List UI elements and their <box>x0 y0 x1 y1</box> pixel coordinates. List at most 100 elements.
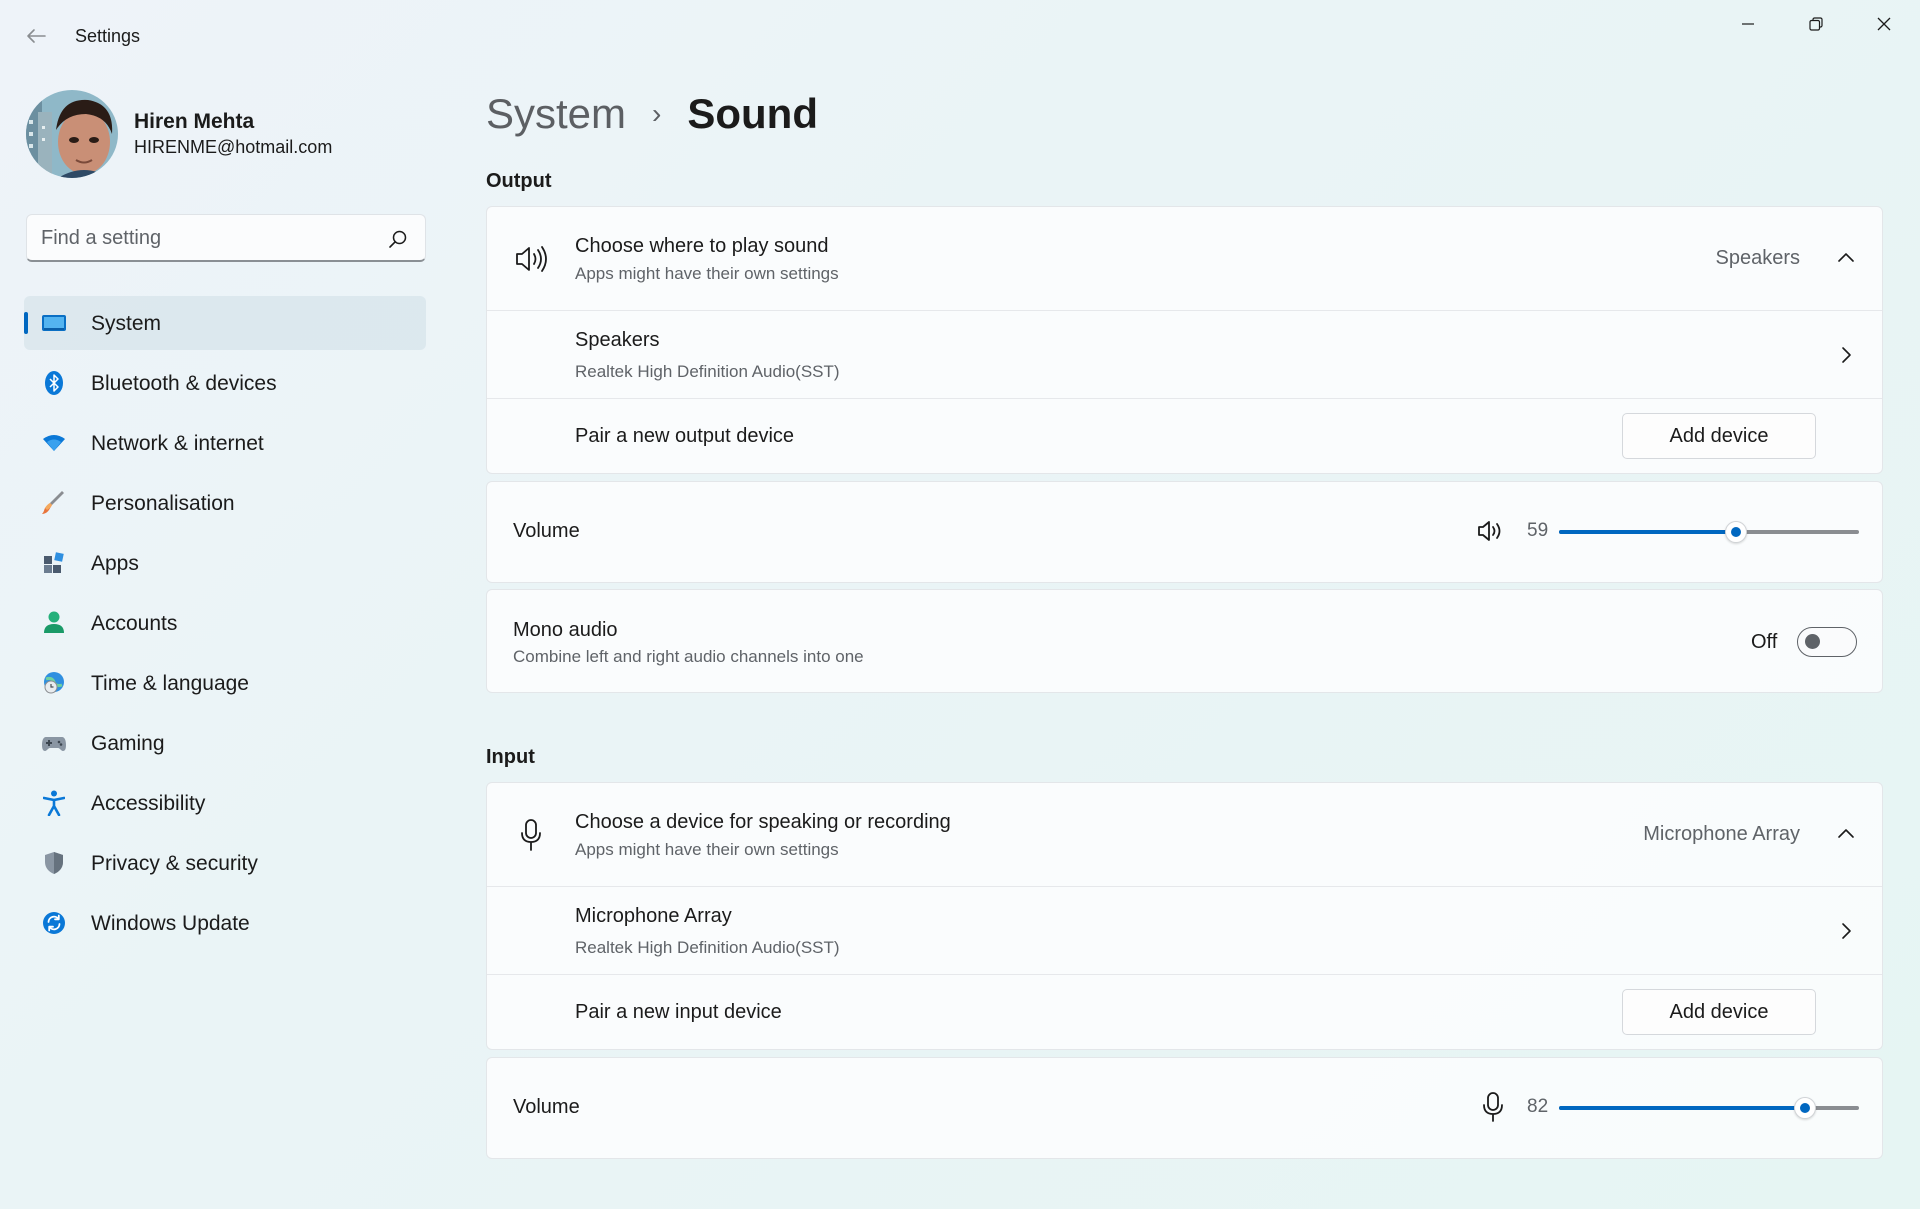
sidebar-item-windows-update[interactable]: Windows Update <box>24 896 426 950</box>
sidebar-nav: System Bluetooth & devices Network & int… <box>24 296 426 956</box>
sidebar-item-label: Apps <box>91 552 139 575</box>
choose-input-title: Choose a device for speaking or recordin… <box>575 811 951 833</box>
sidebar-item-gaming[interactable]: Gaming <box>24 716 426 770</box>
avatar[interactable] <box>26 90 118 178</box>
system-icon <box>42 311 66 335</box>
sidebar-item-label: Accessibility <box>91 792 206 815</box>
choose-output-title: Choose where to play sound <box>575 235 829 257</box>
active-indicator <box>24 312 28 334</box>
output-section-title: Output <box>486 170 552 192</box>
sidebar-item-accounts[interactable]: Accounts <box>24 596 426 650</box>
choose-output-subtitle: Apps might have their own settings <box>575 264 839 283</box>
chevron-up-icon[interactable] <box>1834 821 1858 845</box>
avatar-image <box>26 90 118 178</box>
page-title: Sound <box>687 90 818 137</box>
input-device-microphone-row[interactable]: Microphone Array Realtek High Definition… <box>487 886 1882 974</box>
chevron-right-icon[interactable] <box>1834 919 1858 943</box>
shield-icon <box>42 851 66 875</box>
gamepad-icon <box>42 731 66 755</box>
sidebar-item-apps[interactable]: Apps <box>24 536 426 590</box>
sidebar-item-personalisation[interactable]: Personalisation <box>24 476 426 530</box>
accessibility-icon <box>42 790 66 816</box>
brush-icon <box>42 491 66 515</box>
breadcrumb: System › Sound <box>486 86 818 142</box>
back-button[interactable] <box>18 20 54 52</box>
bluetooth-icon <box>42 371 66 395</box>
output-volume-slider[interactable] <box>1559 521 1859 543</box>
sidebar-item-label: Privacy & security <box>91 852 258 875</box>
pair-input-row: Pair a new input device Add device <box>487 974 1882 1050</box>
input-volume-card: Volume 82 <box>486 1057 1883 1159</box>
choose-input-subtitle: Apps might have their own settings <box>575 840 839 859</box>
restore-icon <box>1809 17 1823 31</box>
user-email: HIRENME@hotmail.com <box>134 137 333 157</box>
sidebar-item-network[interactable]: Network & internet <box>24 416 426 470</box>
close-icon <box>1877 17 1891 31</box>
mono-audio-subtitle: Combine left and right audio channels in… <box>513 647 864 666</box>
add-output-device-button[interactable]: Add device <box>1622 413 1816 459</box>
sidebar-item-label: Time & language <box>91 672 249 695</box>
output-device-card: Choose where to play sound Apps might ha… <box>486 206 1883 474</box>
wifi-icon <box>42 431 66 455</box>
output-device-driver: Realtek High Definition Audio(SST) <box>575 362 840 381</box>
selected-input-value: Microphone Array <box>1643 823 1800 845</box>
slider-thumb[interactable] <box>1725 521 1747 543</box>
chevron-right-icon[interactable] <box>1834 343 1858 367</box>
chevron-up-icon[interactable] <box>1834 245 1858 269</box>
slider-fill <box>1559 530 1736 534</box>
title-bar: Settings <box>0 0 1920 72</box>
pair-output-row: Pair a new output device Add device <box>487 398 1882 474</box>
accounts-icon <box>42 611 66 635</box>
mono-audio-toggle[interactable] <box>1797 627 1857 657</box>
add-input-device-button[interactable]: Add device <box>1622 989 1816 1035</box>
app-title: Settings <box>75 26 141 46</box>
sidebar-item-system[interactable]: System <box>24 296 426 350</box>
sidebar-item-bluetooth[interactable]: Bluetooth & devices <box>24 356 426 410</box>
sidebar-item-label: Windows Update <box>91 912 250 935</box>
breadcrumb-parent[interactable]: System <box>486 90 626 138</box>
input-volume-label: Volume <box>513 1096 580 1118</box>
search-box[interactable] <box>26 214 426 262</box>
sidebar-item-label: System <box>91 312 162 335</box>
output-device-name: Speakers <box>575 329 660 351</box>
input-volume-value: 82 <box>1527 1096 1549 1117</box>
mono-audio-state: Off <box>1751 631 1778 653</box>
breadcrumb-separator: › <box>652 98 662 129</box>
sidebar-item-privacy[interactable]: Privacy & security <box>24 836 426 890</box>
speaker-volume-icon[interactable] <box>1475 515 1507 547</box>
sidebar-item-label: Bluetooth & devices <box>91 372 277 395</box>
search-icon[interactable] <box>387 228 409 250</box>
sidebar-item-label: Network & internet <box>91 432 264 455</box>
mono-audio-title: Mono audio <box>513 619 618 641</box>
output-volume-label: Volume <box>513 520 580 542</box>
choose-output-row[interactable]: Choose where to play sound Apps might ha… <box>487 207 1882 310</box>
sidebar-item-label: Gaming <box>91 732 165 755</box>
search-input[interactable] <box>41 225 371 251</box>
minimize-button[interactable] <box>1714 0 1782 48</box>
output-volume-card: Volume 59 <box>486 481 1883 583</box>
restore-button[interactable] <box>1782 0 1850 48</box>
output-volume-value: 59 <box>1527 520 1549 541</box>
globe-clock-icon <box>42 671 66 695</box>
sidebar-item-accessibility[interactable]: Accessibility <box>24 776 426 830</box>
update-icon <box>42 911 66 935</box>
input-device-name: Microphone Array <box>575 905 732 927</box>
mono-audio-card: Mono audio Combine left and right audio … <box>486 589 1883 693</box>
sidebar-item-label: Accounts <box>91 612 178 635</box>
slider-fill <box>1559 1106 1805 1110</box>
slider-thumb[interactable] <box>1794 1097 1816 1119</box>
pair-output-label: Pair a new output device <box>575 425 795 447</box>
input-volume-slider[interactable] <box>1559 1097 1859 1119</box>
sidebar-item-label: Personalisation <box>91 492 235 515</box>
back-arrow-icon <box>27 29 46 43</box>
choose-input-row[interactable]: Choose a device for speaking or recordin… <box>487 783 1882 886</box>
microphone-icon <box>513 817 549 853</box>
output-device-speakers-row[interactable]: Speakers Realtek High Definition Audio(S… <box>487 310 1882 398</box>
selected-output-value: Speakers <box>1715 247 1801 269</box>
sidebar-item-time-language[interactable]: Time & language <box>24 656 426 710</box>
apps-icon <box>42 551 66 575</box>
close-button[interactable] <box>1850 0 1918 48</box>
input-section-title: Input <box>486 746 535 768</box>
speaker-icon <box>513 241 549 277</box>
microphone-volume-icon[interactable] <box>1479 1090 1507 1124</box>
